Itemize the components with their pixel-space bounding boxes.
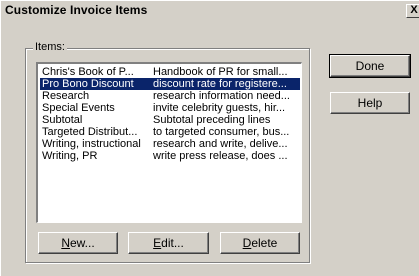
title-bar: Customize Invoice Items X [1,1,419,19]
item-description: write press release, does ... [153,150,288,162]
item-name: Targeted Distribut... [42,126,138,138]
list-item[interactable]: Writing, instructional research and write… [40,138,300,150]
items-listbox[interactable]: Chris's Book of P... Handbook of PR for s… [36,62,302,223]
close-button[interactable]: X [406,4,419,18]
list-item[interactable]: Research research information need... [40,90,300,102]
edit-button-label: dit... [161,236,184,250]
new-button-accel: N [61,236,70,250]
item-name: Chris's Book of P... [42,66,134,78]
new-button-label: ew... [69,236,95,250]
list-item[interactable]: Targeted Distribut... to targeted consume… [40,126,300,138]
list-item[interactable]: Writing, PR write press release, does ... [40,150,300,162]
items-group-label: Items: [33,41,67,54]
item-description: Handbook of PR for small... [153,66,288,78]
item-name: Subtotal [42,114,83,126]
delete-button-accel: D [242,236,252,250]
item-name: Writing, PR [42,150,98,162]
item-description: discount rate for registere... [153,78,287,90]
item-description: research information need... [153,90,290,102]
list-item[interactable]: Pro Bono Discount discount rate for regis… [40,78,300,90]
edit-button[interactable]: Edit... [128,232,209,254]
new-button[interactable]: New... [38,232,118,254]
item-name: Pro Bono Discount [42,78,134,90]
item-name: Writing, instructional [42,138,141,150]
list-item[interactable]: Chris's Book of P... Handbook of PR for s… [40,66,300,78]
item-description: Subtotal preceding lines [153,114,271,126]
dialog-title: Customize Invoice Items [5,3,148,17]
item-name: Special Events [42,102,115,114]
item-name: Research [42,90,90,102]
help-button[interactable]: Help [330,92,410,114]
delete-button-label: elete [251,236,278,250]
item-description: research and write, delive... [153,138,288,150]
delete-button[interactable]: Delete [220,232,300,254]
item-description: to targeted consumer, bus... [153,126,290,138]
done-button[interactable]: Done [329,54,411,78]
list-item[interactable]: Special Events invite celebrity guests, h… [40,102,300,114]
item-description: invite celebrity guests, hir... [153,102,286,114]
screenshot-stage: Customize Invoice Items X Items: Chris's… [0,0,419,276]
edit-button-accel: E [153,236,162,250]
list-item[interactable]: Subtotal Subtotal preceding lines [40,114,300,126]
